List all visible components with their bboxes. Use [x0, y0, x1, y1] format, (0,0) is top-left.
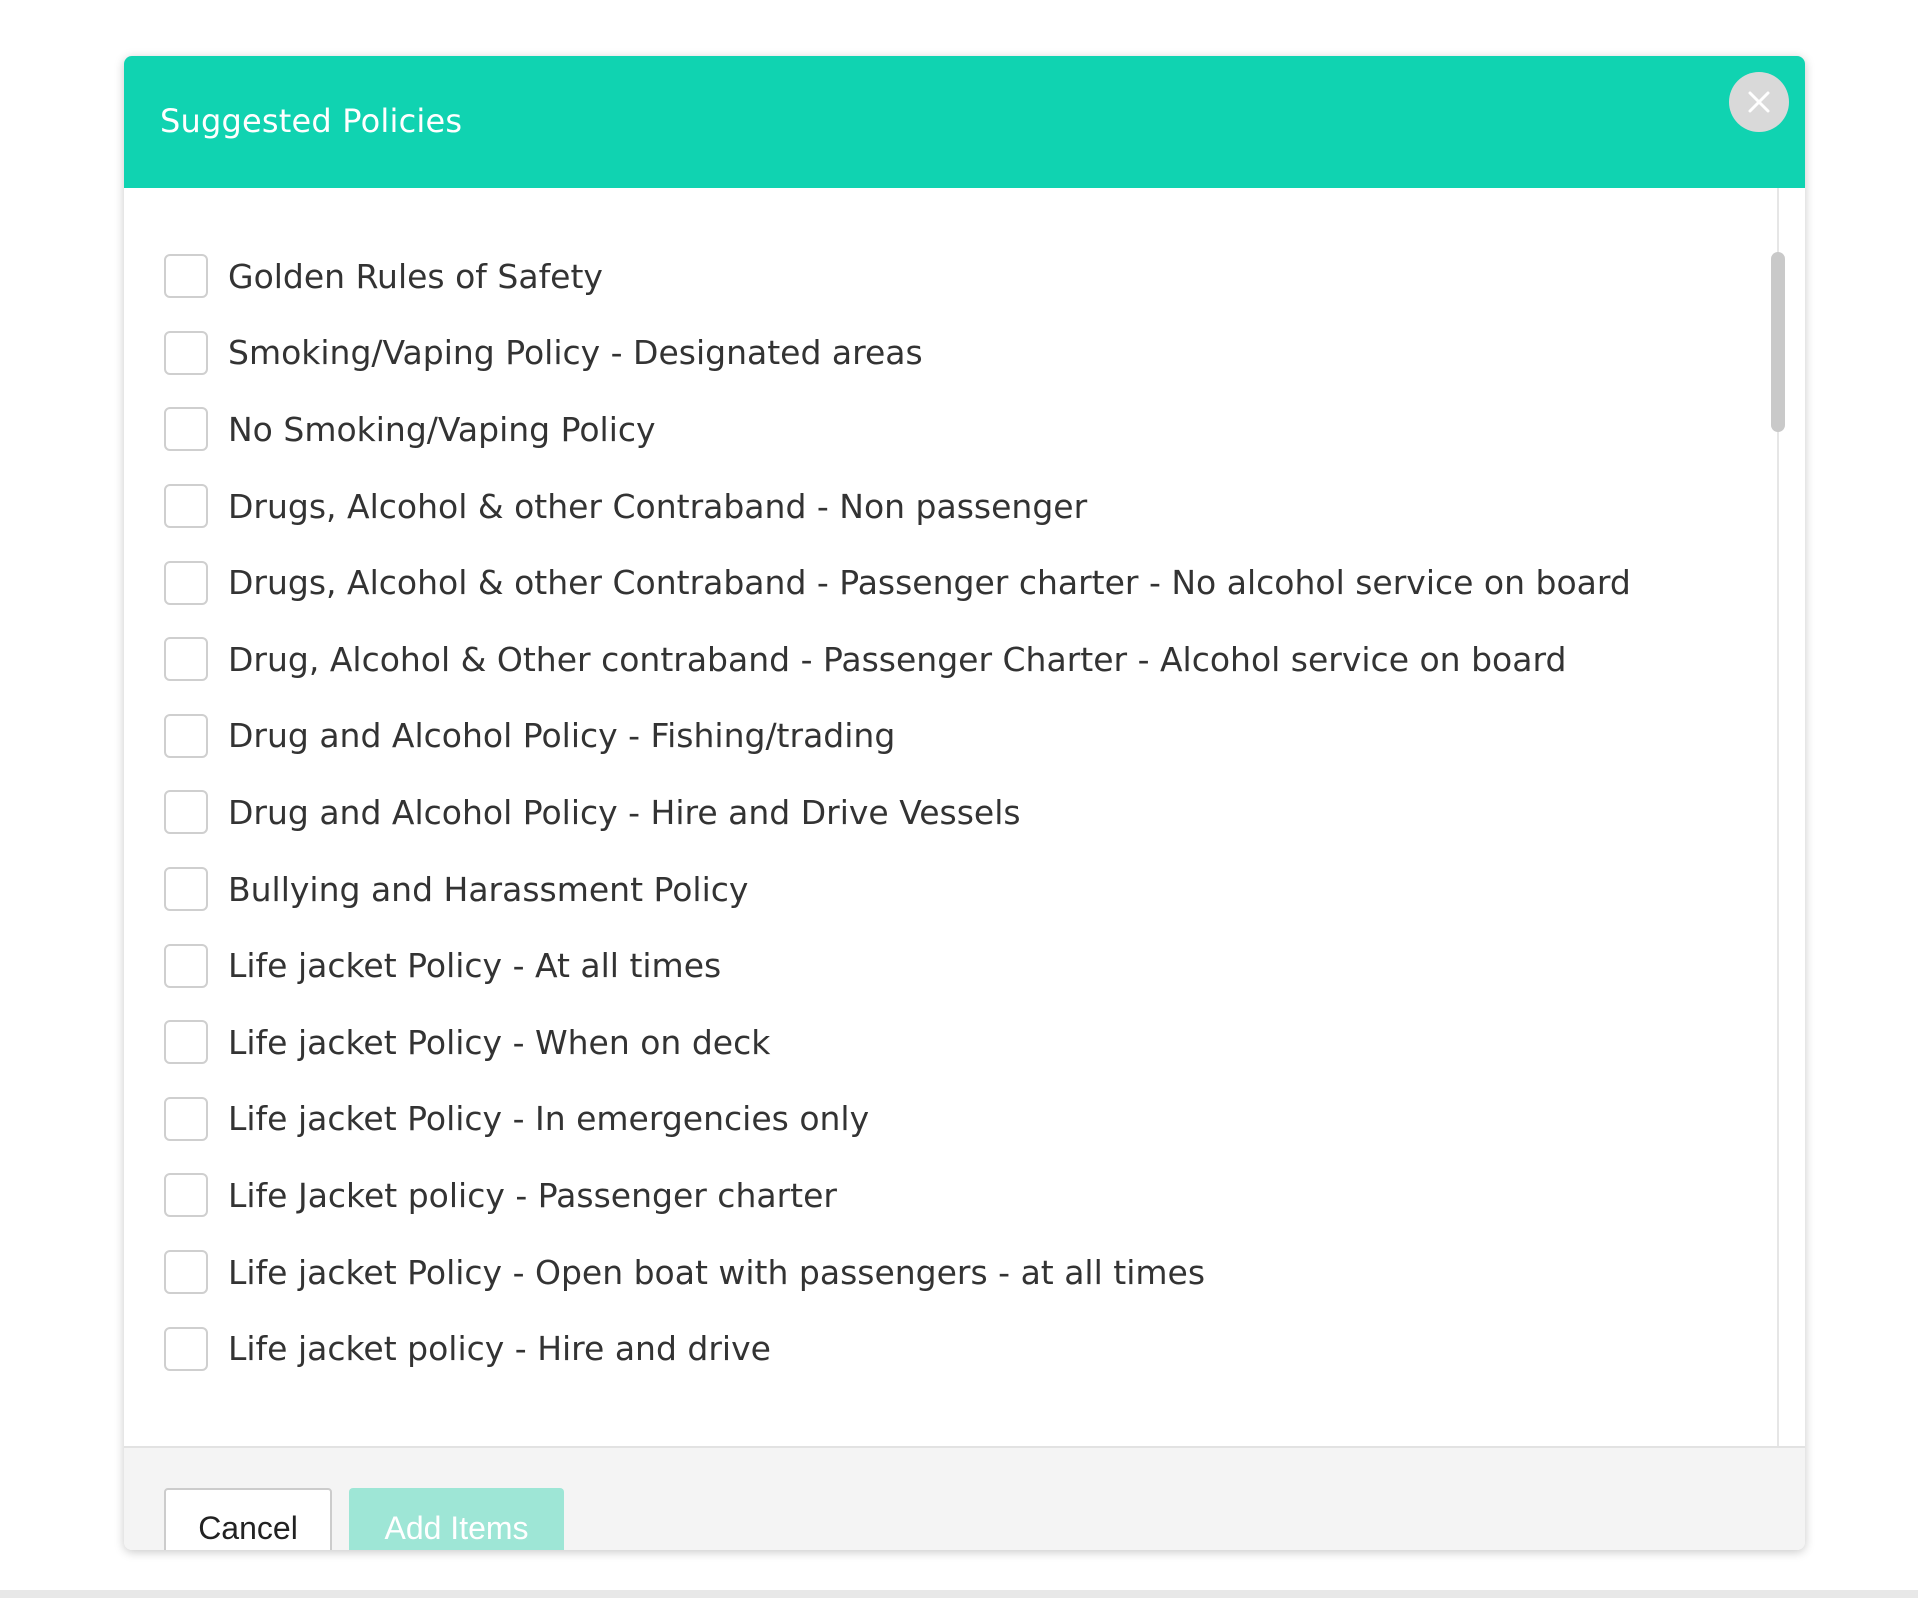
- close-button[interactable]: [1729, 72, 1789, 132]
- policy-label: Drug and Alcohol Policy - Hire and Drive…: [228, 792, 1021, 832]
- policy-label: Bullying and Harassment Policy: [228, 869, 749, 909]
- policy-checkbox[interactable]: [164, 560, 208, 605]
- policy-item[interactable]: Life jacket Policy - Open boat with pass…: [164, 1234, 1631, 1311]
- policy-checkbox[interactable]: [164, 407, 208, 452]
- policy-checkbox[interactable]: [164, 943, 208, 988]
- dialog-footer: Cancel Add Items: [124, 1446, 1805, 1550]
- policy-label: Drug, Alcohol & Other contraband - Passe…: [228, 639, 1567, 679]
- policy-checkbox[interactable]: [164, 867, 208, 912]
- policy-list: Golden Rules of Safety Smoking/Vaping Po…: [164, 238, 1631, 1387]
- policy-label: Smoking/Vaping Policy - Designated areas: [228, 333, 923, 373]
- policy-item[interactable]: Drugs, Alcohol & other Contraband - Pass…: [164, 544, 1631, 621]
- close-icon: [1748, 91, 1770, 113]
- policy-label: Drug and Alcohol Policy - Fishing/tradin…: [228, 716, 896, 756]
- policy-checkbox[interactable]: [164, 330, 208, 375]
- policy-label: Life jacket Policy - At all times: [228, 946, 722, 986]
- policy-label: Life Jacket policy - Passenger charter: [228, 1175, 837, 1215]
- suggested-policies-dialog: Suggested Policies Golden Rules of Safet…: [124, 56, 1805, 1550]
- policy-label: Life jacket policy - Hire and drive: [228, 1329, 771, 1369]
- policy-checkbox[interactable]: [164, 1020, 208, 1065]
- policy-label: Drugs, Alcohol & other Contraband - Non …: [228, 486, 1088, 526]
- policy-checkbox[interactable]: [164, 637, 208, 682]
- add-items-button[interactable]: Add Items: [349, 1488, 564, 1550]
- policy-item[interactable]: Life jacket Policy - In emergencies only: [164, 1081, 1631, 1158]
- policy-item[interactable]: Smoking/Vaping Policy - Designated areas: [164, 315, 1631, 392]
- policy-label: Golden Rules of Safety: [228, 256, 603, 296]
- policy-item[interactable]: Drug and Alcohol Policy - Hire and Drive…: [164, 774, 1631, 851]
- policy-checkbox[interactable]: [164, 1326, 208, 1371]
- page-bottom-edge: [0, 1590, 1918, 1598]
- policy-checkbox[interactable]: [164, 1250, 208, 1295]
- policy-label: Life jacket Policy - When on deck: [228, 1022, 771, 1062]
- scrollbar-thumb[interactable]: [1771, 252, 1785, 432]
- policy-item[interactable]: Life jacket policy - Hire and drive: [164, 1310, 1631, 1387]
- policy-item[interactable]: Drugs, Alcohol & other Contraband - Non …: [164, 468, 1631, 545]
- dialog-title: Suggested Policies: [160, 102, 463, 140]
- policy-checkbox[interactable]: [164, 1173, 208, 1218]
- policy-checkbox[interactable]: [164, 254, 208, 299]
- policy-item[interactable]: Golden Rules of Safety: [164, 238, 1631, 315]
- dialog-body: Golden Rules of Safety Smoking/Vaping Po…: [124, 188, 1805, 1446]
- policy-checkbox[interactable]: [164, 790, 208, 835]
- policy-item[interactable]: Drug and Alcohol Policy - Fishing/tradin…: [164, 698, 1631, 775]
- policy-item[interactable]: Bullying and Harassment Policy: [164, 851, 1631, 928]
- policy-item[interactable]: Life jacket Policy - When on deck: [164, 1004, 1631, 1081]
- dialog-header: Suggested Policies: [124, 56, 1805, 188]
- policy-item[interactable]: Life Jacket policy - Passenger charter: [164, 1157, 1631, 1234]
- policy-item[interactable]: Life jacket Policy - At all times: [164, 927, 1631, 1004]
- policy-checkbox[interactable]: [164, 484, 208, 529]
- policy-checkbox[interactable]: [164, 713, 208, 758]
- policy-label: No Smoking/Vaping Policy: [228, 409, 656, 449]
- cancel-button[interactable]: Cancel: [164, 1488, 332, 1550]
- policy-item[interactable]: Drug, Alcohol & Other contraband - Passe…: [164, 621, 1631, 698]
- policy-item[interactable]: No Smoking/Vaping Policy: [164, 391, 1631, 468]
- policy-label: Drugs, Alcohol & other Contraband - Pass…: [228, 563, 1631, 603]
- policy-label: Life jacket Policy - In emergencies only: [228, 1099, 870, 1139]
- policy-checkbox[interactable]: [164, 1096, 208, 1141]
- policy-label: Life jacket Policy - Open boat with pass…: [228, 1252, 1206, 1292]
